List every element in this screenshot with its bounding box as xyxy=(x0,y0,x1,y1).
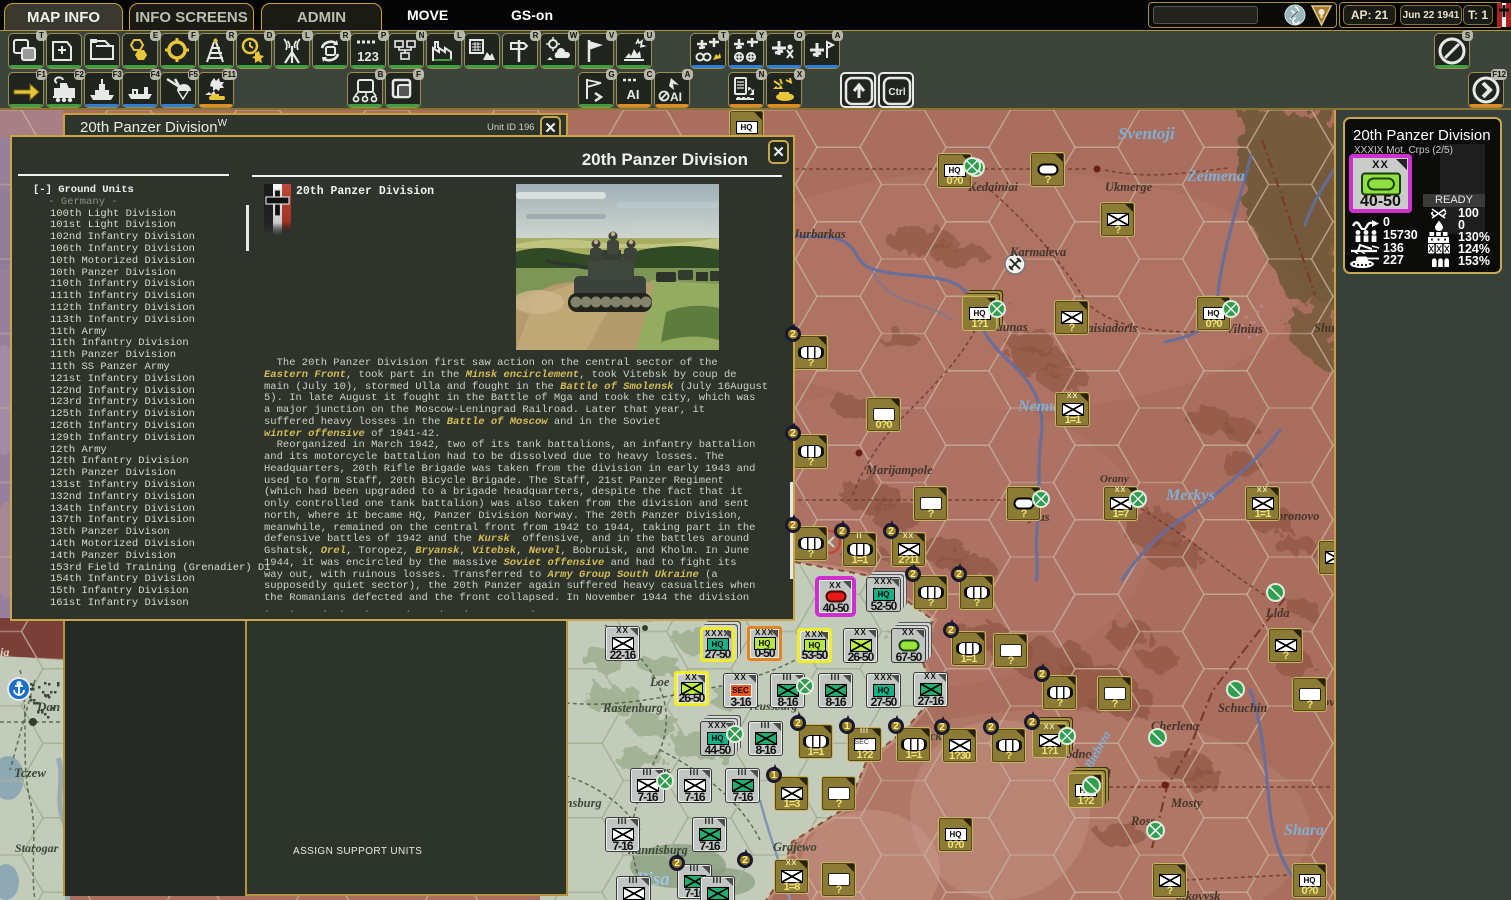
svg-text:AI: AI xyxy=(670,90,682,104)
svg-text:123: 123 xyxy=(357,49,379,64)
svg-text:Ctrl: Ctrl xyxy=(888,87,905,98)
svg-text:AI: AI xyxy=(627,87,640,102)
